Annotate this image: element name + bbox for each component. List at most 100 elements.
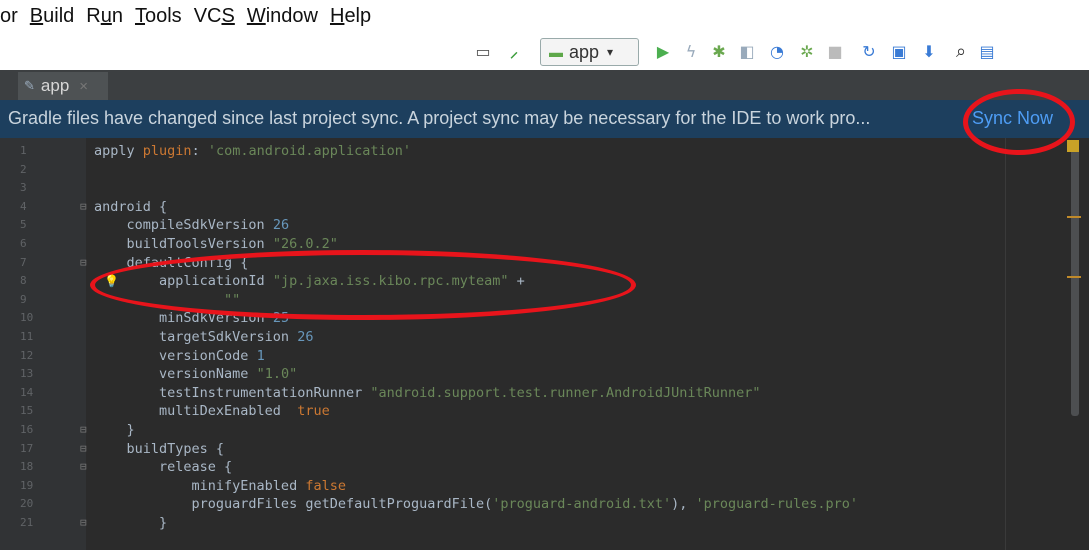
- menu-item-build[interactable]: Build: [30, 5, 74, 28]
- highlight-ellipse-sync: [963, 89, 1075, 155]
- code-line[interactable]: 6 buildToolsVersion "26.0.2": [0, 235, 1005, 253]
- code-line[interactable]: 12 versionCode 1: [0, 347, 1005, 365]
- code-text: multiDexEnabled true: [94, 403, 330, 420]
- code-line[interactable]: 16 ⊟ }: [0, 421, 1005, 439]
- highlight-ellipse-applicationid: [90, 250, 636, 320]
- hammer-icon[interactable]: ⸝: [503, 40, 525, 62]
- code-text: release {: [94, 459, 233, 476]
- toolbar: ▭ ⸝ ▬ app ▾ ▶ ϟ ✱ ◧ ◔ ✲ ■ ↻ ▣ ⬇ ⌕ ▤: [0, 32, 1089, 70]
- line-number: 8: [20, 274, 27, 288]
- fold-icon[interactable]: ⊟: [80, 440, 87, 458]
- profile-icon[interactable]: ◔: [766, 40, 788, 62]
- code-line[interactable]: 15 multiDexEnabled true: [0, 402, 1005, 420]
- line-number: 6: [20, 237, 27, 250]
- apply-changes-icon[interactable]: ϟ: [680, 40, 702, 62]
- menu-item-window[interactable]: Window: [247, 5, 318, 28]
- warning-marker[interactable]: [1067, 276, 1081, 278]
- code-line[interactable]: 5 compileSdkVersion 26: [0, 216, 1005, 234]
- tab-label: app: [40, 76, 70, 95]
- main-menu: or Build Run Tools VCS Window Help: [0, 0, 371, 32]
- right-margin-guide: [1005, 138, 1006, 550]
- fold-icon[interactable]: ⊟: [80, 421, 87, 439]
- stop-icon[interactable]: ■: [824, 40, 846, 62]
- code-line[interactable]: 4 ⊟ android {: [0, 198, 1005, 216]
- fold-icon[interactable]: ⊟: [80, 198, 87, 216]
- fold-icon[interactable]: ⊟: [80, 458, 87, 476]
- gradle-file-icon: ✎: [24, 78, 35, 93]
- run-config-label: app: [569, 41, 600, 62]
- line-number: 21: [20, 516, 34, 529]
- fold-icon[interactable]: ⊟: [80, 254, 87, 272]
- code-line[interactable]: 11 targetSdkVersion 26: [0, 328, 1005, 346]
- layout-icon[interactable]: ▭: [472, 40, 494, 62]
- line-number: 20: [20, 497, 34, 511]
- menu-item-help[interactable]: Help: [330, 5, 371, 28]
- line-number: 16: [20, 423, 34, 436]
- code-line[interactable]: 20 proguardFiles getDefaultProguardFile(…: [0, 495, 1005, 513]
- line-number: 18: [20, 460, 34, 474]
- project-structure-icon[interactable]: ▤: [976, 40, 998, 62]
- line-number: 17: [20, 441, 34, 455]
- line-number: 4: [20, 199, 27, 213]
- code-line[interactable]: 18 ⊟ release {: [0, 458, 1005, 476]
- code-text: apply plugin: 'com.android.application': [94, 143, 412, 159]
- line-number: 7: [20, 255, 27, 269]
- close-icon[interactable]: ×: [79, 78, 88, 95]
- code-text: proguardFiles getDefaultProguardFile('pr…: [94, 496, 859, 513]
- gradle-sync-icon[interactable]: ↻: [858, 40, 880, 62]
- gradle-sync-banner: Gradle files have changed since last pro…: [0, 100, 1089, 138]
- line-number: 19: [20, 478, 34, 492]
- code-line[interactable]: 3: [0, 179, 1005, 197]
- code-line[interactable]: 14 testInstrumentationRunner "android.su…: [0, 384, 1005, 402]
- code-text: targetSdkVersion 26: [94, 329, 314, 345]
- warning-marker[interactable]: [1067, 216, 1081, 218]
- avd-manager-icon[interactable]: ▣: [888, 40, 910, 62]
- run-configuration-select[interactable]: ▬ app ▾: [540, 38, 639, 66]
- debug-icon[interactable]: ✱: [708, 40, 730, 62]
- line-number: 14: [20, 385, 34, 399]
- line-number: 5: [20, 218, 27, 232]
- line-number: 11: [20, 330, 34, 343]
- menu-item-run[interactable]: Run: [86, 5, 123, 28]
- code-line[interactable]: 2: [0, 161, 1005, 179]
- line-number: 3: [20, 181, 27, 195]
- code-text: android {: [94, 198, 168, 215]
- coverage-icon[interactable]: ◧: [736, 40, 758, 62]
- code-editor[interactable]: 1 apply plugin: 'com.android.application'…: [0, 138, 1089, 550]
- code-line[interactable]: 17 ⊟ buildTypes {: [0, 440, 1005, 458]
- menu-item-vcs[interactable]: VCS: [194, 5, 235, 28]
- line-number: 13: [20, 367, 34, 381]
- tab-app[interactable]: ✎ app ×: [18, 72, 108, 100]
- scroll-thumb[interactable]: [1071, 146, 1079, 416]
- code-text: compileSdkVersion 26: [94, 217, 290, 234]
- code-text: }: [94, 422, 135, 438]
- inspection-status-icon[interactable]: [1067, 140, 1079, 152]
- sdk-manager-icon[interactable]: ⬇: [918, 40, 940, 62]
- attach-debugger-icon[interactable]: ✲: [796, 40, 818, 62]
- code-line[interactable]: 19 minifyEnabled false: [0, 477, 1005, 495]
- code-line[interactable]: 21 ⊟ }: [0, 514, 1005, 532]
- code-text: versionCode 1: [94, 347, 265, 364]
- line-number: 9: [20, 292, 27, 306]
- fold-icon[interactable]: ⊟: [80, 514, 87, 532]
- code-line[interactable]: 1 apply plugin: 'com.android.application': [0, 142, 1005, 160]
- menu-item-tools[interactable]: Tools: [135, 5, 182, 28]
- code-text: versionName "1.0": [94, 366, 298, 383]
- line-number: 10: [20, 311, 34, 325]
- code-text: buildTypes {: [94, 440, 225, 457]
- android-icon: ▬: [549, 44, 563, 60]
- code-line[interactable]: 13 versionName "1.0": [0, 365, 1005, 383]
- code-text: testInstrumentationRunner "android.suppo…: [94, 384, 761, 401]
- menu-item-or[interactable]: or: [0, 5, 18, 28]
- banner-message: Gradle files have changed since last pro…: [8, 108, 871, 128]
- line-number: 2: [20, 162, 27, 176]
- menu-bar: or Build Run Tools VCS Window Help: [0, 0, 1089, 32]
- editor-tab-bar: ✎ app ×: [0, 70, 1089, 100]
- search-icon[interactable]: ⌕: [950, 40, 972, 62]
- run-icon[interactable]: ▶: [652, 40, 674, 62]
- code-text: }: [94, 515, 168, 531]
- chevron-down-icon: ▾: [607, 45, 614, 59]
- line-number: 12: [20, 348, 34, 362]
- line-number: 15: [20, 404, 34, 418]
- code-text: minifyEnabled false: [94, 477, 346, 494]
